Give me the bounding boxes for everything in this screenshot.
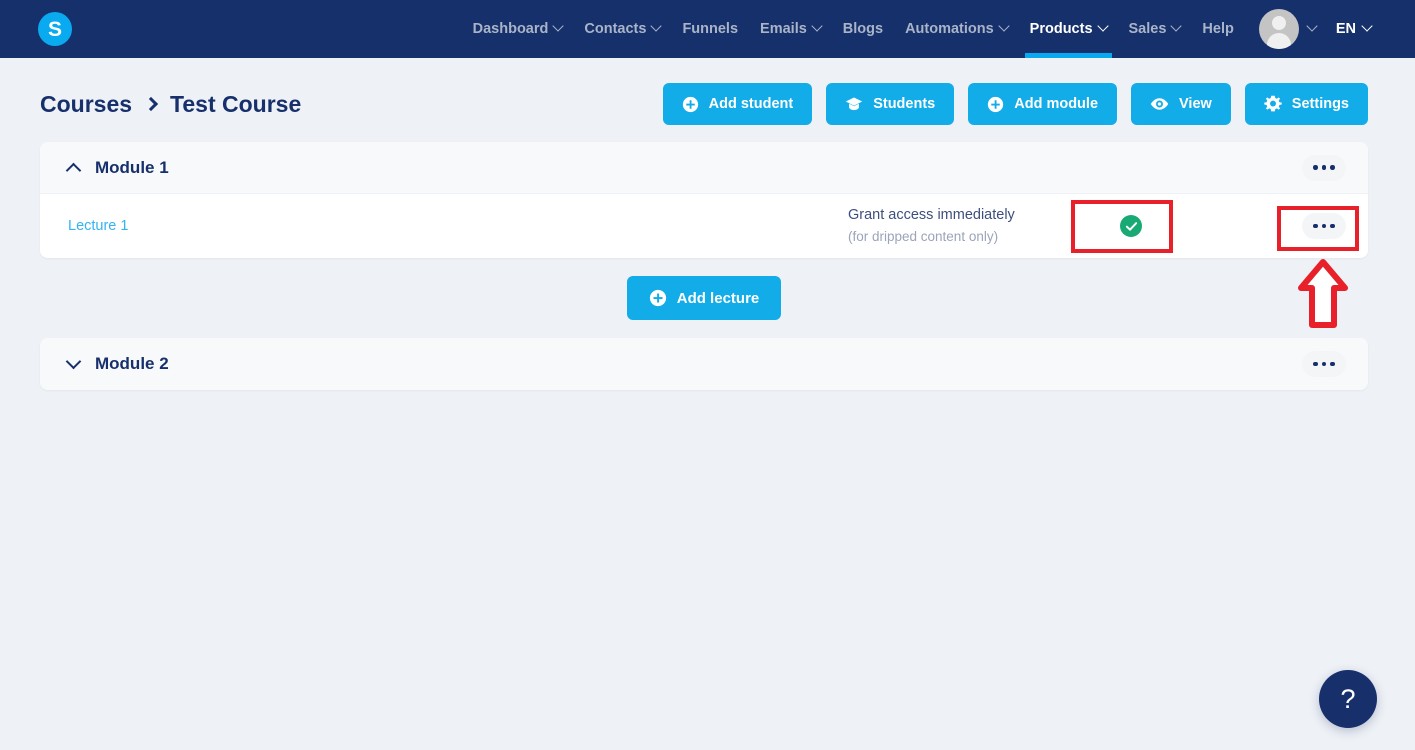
nav-item-sales[interactable]: Sales	[1118, 0, 1192, 58]
module-card-1: Module 1 Lecture 1 Grant access immediat…	[40, 142, 1368, 258]
breadcrumb: Courses Test Course	[40, 91, 301, 118]
gear-icon	[1264, 95, 1282, 112]
drip-settings: Grant access immediately (for dripped co…	[848, 204, 1078, 248]
dot	[1313, 361, 1318, 367]
header-actions: Add student Students Add module View Set…	[662, 83, 1368, 125]
chevron-down-icon	[1306, 20, 1318, 32]
nav-item-label: Funnels	[682, 21, 739, 37]
avatar	[1258, 9, 1299, 49]
nav-item-emails[interactable]: Emails	[749, 0, 832, 58]
chevron-right-icon	[143, 96, 159, 112]
module-title: Module 1	[95, 157, 169, 177]
module-menu-button[interactable]	[1302, 154, 1346, 181]
lecture-status-cell	[1078, 215, 1184, 237]
chevron-down-icon	[1361, 20, 1373, 32]
page-title: Test Course	[170, 90, 302, 117]
lecture-menu-button[interactable]	[1302, 213, 1346, 239]
dot	[1330, 165, 1335, 170]
lecture-row: Lecture 1 Grant access immediately (for …	[40, 194, 1368, 258]
chevron-down-icon	[998, 20, 1010, 32]
breadcrumb-root[interactable]: Courses	[40, 91, 132, 118]
drip-note: (for dripped content only)	[848, 229, 999, 245]
dot	[1330, 361, 1335, 367]
module-card-2-wrapper: Module 2	[40, 320, 1368, 390]
module-header-2[interactable]: Module 2	[40, 338, 1368, 390]
dot	[1321, 165, 1327, 170]
dot	[1321, 361, 1327, 367]
button-label: Add lecture	[676, 289, 760, 307]
chevron-down-icon	[650, 20, 663, 32]
plus-circle-icon	[988, 96, 1004, 112]
module-title: Module 2	[95, 354, 169, 373]
nav-item-label: Dashboard	[472, 21, 549, 37]
students-button[interactable]: Students	[826, 83, 955, 125]
chevron-down-icon	[1170, 20, 1183, 32]
button-label: Settings	[1291, 96, 1349, 112]
language-label: EN	[1335, 21, 1356, 37]
module-card-2: Module 2	[40, 338, 1368, 390]
module-menu-button[interactable]	[1302, 351, 1346, 377]
nav-item-contacts[interactable]: Contacts	[573, 0, 671, 58]
settings-button[interactable]: Settings	[1244, 83, 1368, 125]
chevron-down-icon	[811, 20, 823, 32]
language-selector[interactable]: EN	[1326, 20, 1377, 37]
dot	[1313, 223, 1318, 229]
nav-item-label: Products	[1029, 21, 1093, 37]
plus-circle-icon	[649, 289, 666, 307]
view-button[interactable]: View	[1131, 83, 1231, 125]
account-menu[interactable]	[1245, 9, 1326, 49]
help-button[interactable]: ?	[1319, 670, 1377, 728]
lecture-actions-cell	[1302, 213, 1346, 239]
top-navigation-bar: S Dashboard Contacts Funnels Emails Blog…	[0, 0, 1415, 58]
page-header: Courses Test Course Add student Students	[0, 58, 1415, 125]
brand-logo[interactable]: S	[38, 12, 72, 46]
main-menu: Dashboard Contacts Funnels Emails Blogs …	[462, 0, 1377, 58]
nav-item-label: Contacts	[584, 21, 647, 37]
add-module-button[interactable]: Add module	[968, 83, 1118, 125]
chevron-up-icon[interactable]	[65, 162, 82, 179]
nav-item-label: Automations	[905, 21, 994, 37]
nav-item-funnels[interactable]: Funnels	[671, 0, 749, 58]
add-lecture-area: Add lecture	[40, 258, 1368, 320]
graduation-cap-icon	[846, 97, 863, 111]
chevron-down-icon[interactable]	[65, 353, 82, 369]
add-lecture-button[interactable]: Add lecture	[626, 276, 782, 320]
check-circle-icon[interactable]	[1120, 215, 1142, 237]
dot	[1313, 165, 1318, 170]
button-label: Students	[873, 96, 936, 112]
nav-item-products[interactable]: Products	[1019, 0, 1118, 58]
nav-item-label: Sales	[1128, 21, 1167, 37]
drip-label: Grant access immediately	[848, 206, 1015, 223]
module-header-1[interactable]: Module 1	[40, 142, 1368, 194]
nav-item-blogs[interactable]: Blogs	[832, 0, 894, 58]
nav-item-dashboard[interactable]: Dashboard	[462, 0, 574, 58]
chevron-down-icon	[1096, 20, 1109, 32]
dot	[1321, 223, 1327, 229]
button-label: Add module	[1014, 96, 1099, 112]
eye-icon	[1150, 98, 1169, 110]
dot	[1330, 223, 1335, 229]
chevron-down-icon	[552, 20, 565, 32]
course-content: Module 1 Lecture 1 Grant access immediat…	[0, 122, 1415, 390]
button-label: View	[1179, 96, 1212, 112]
plus-circle-icon	[682, 96, 698, 112]
lecture-title-link[interactable]: Lecture 1	[68, 218, 848, 234]
nav-item-label: Help	[1202, 21, 1234, 37]
nav-item-label: Emails	[760, 21, 807, 37]
nav-item-automations[interactable]: Automations	[894, 0, 1019, 58]
check-glyph-icon	[1125, 221, 1137, 231]
add-student-button[interactable]: Add student	[662, 83, 813, 125]
nav-item-label: Blogs	[842, 21, 884, 37]
nav-item-help[interactable]: Help	[1191, 0, 1244, 58]
button-label: Add student	[708, 96, 794, 112]
